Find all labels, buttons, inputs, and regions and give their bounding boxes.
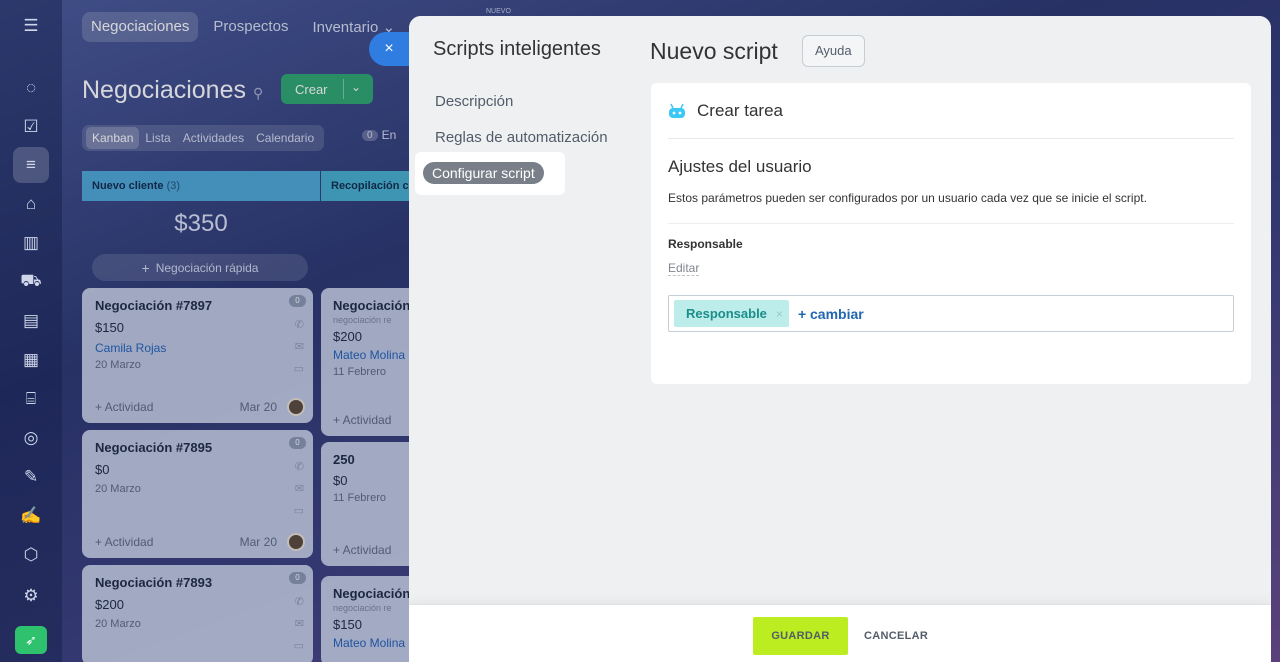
change-link[interactable]: + cambiar [798,306,864,322]
warehouse-icon[interactable]: ⌸ [13,381,49,417]
responsible-selector[interactable]: Responsable × + cambiar [668,295,1234,332]
card-header: Crear tarea [668,83,1234,139]
sidebar-item-reglas[interactable]: Reglas de automatización [435,129,608,146]
tag-label: Responsable [686,306,767,321]
analytics-icon[interactable]: ▥ [13,225,49,261]
main-title: Nuevo script [650,38,778,64]
tasks-icon[interactable]: ☑ [13,109,49,145]
box-icon[interactable]: ⬡ [13,537,49,573]
close-icon: × [384,40,394,57]
menu-icon[interactable]: ☰ [13,8,49,44]
sign-icon[interactable]: ✍ [13,498,49,534]
section-description: Estos parámetros pueden ser configurados… [668,191,1234,224]
card-heading: Crear tarea [697,100,783,120]
goal-icon[interactable]: ◎ [13,420,49,456]
sales-icon[interactable]: ◌ [13,70,49,106]
calendar-icon[interactable]: ▦ [13,342,49,378]
section-title: Ajustes del usuario [668,157,812,176]
smart-script-panel: Scripts inteligentes Descripción Reglas … [409,16,1271,662]
field-label: Responsable [668,237,743,251]
sidebar-item-descripcion[interactable]: Descripción [435,93,513,110]
document-icon[interactable]: ✎ [13,459,49,495]
cancel-button[interactable]: CANCELAR [864,617,928,655]
edit-link[interactable]: Editar [668,261,700,276]
help-button[interactable]: Ayuda [802,35,865,67]
left-rail: ☰ ◌ ☑ ≡ ⌂ ▥ ⛟ ▤ ▦ ⌸ ◎ ✎ ✍ ⬡ ⚙ ➶ [0,0,62,662]
rocket-icon[interactable]: ➶ [15,626,47,654]
inbox-icon[interactable]: ▤ [13,303,49,339]
responsible-tag[interactable]: Responsable × [674,300,789,327]
sidebar-item-configurar[interactable]: Configurar script [423,162,544,184]
close-panel-button[interactable]: × [369,32,409,66]
robot-icon[interactable]: ⌂ [13,186,49,222]
sidebar-title: Scripts inteligentes [433,38,601,60]
script-settings-card: Crear tarea Ajustes del usuario Estos pa… [651,83,1251,384]
panel-sidebar: Scripts inteligentes Descripción Reglas … [409,16,631,604]
panel-footer: GUARDAR CANCELAR [409,604,1271,662]
cart-icon[interactable]: ⛟ [13,264,49,300]
settings-icon[interactable]: ⚙ [13,578,49,614]
save-button[interactable]: GUARDAR [753,617,848,655]
sidebar-item-configurar-wrap: Configurar script [415,152,565,195]
robot-icon [669,103,685,118]
filter-icon[interactable]: ≡ [13,147,49,183]
remove-tag-icon[interactable]: × [776,307,783,321]
main-header: Nuevo script Ayuda [631,16,1271,70]
